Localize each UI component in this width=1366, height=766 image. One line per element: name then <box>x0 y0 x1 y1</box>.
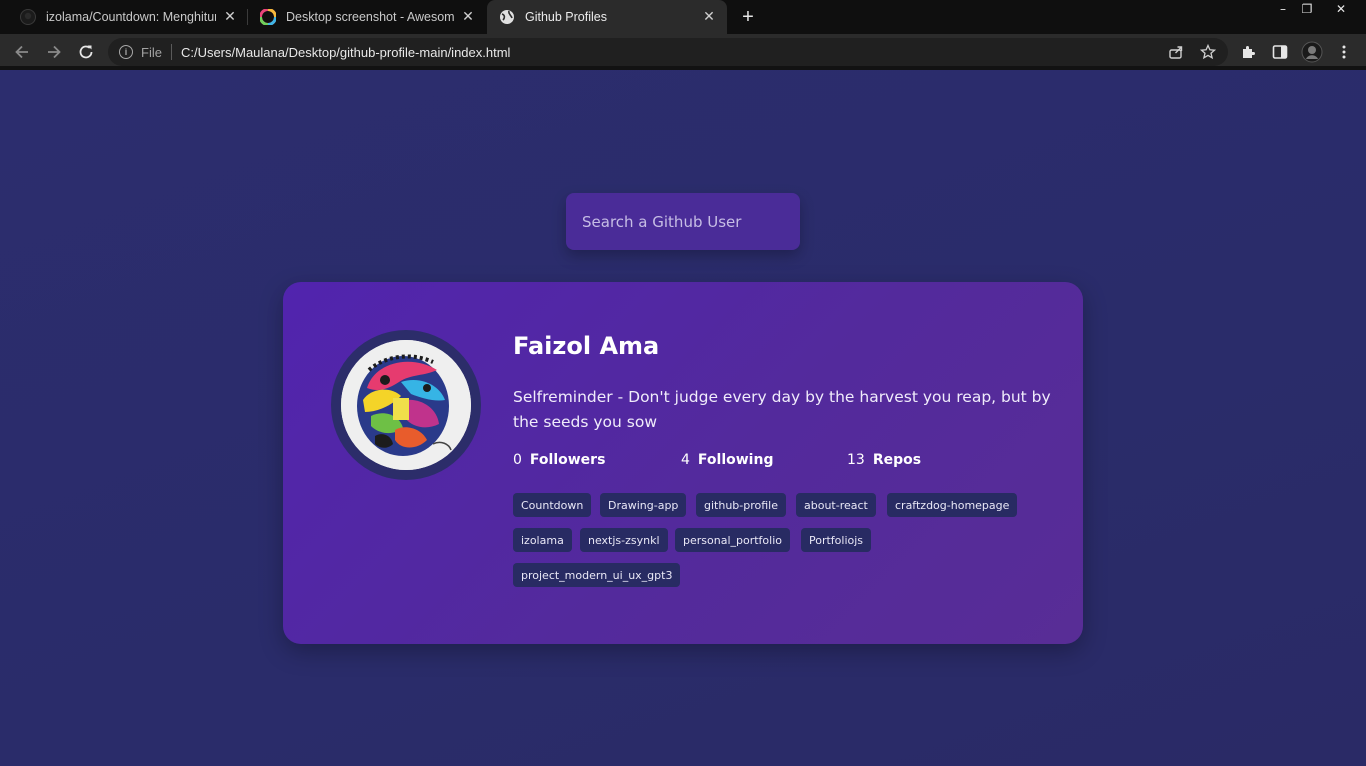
close-tab-icon[interactable]: ✕ <box>460 9 476 25</box>
extensions-button[interactable] <box>1236 40 1260 64</box>
stat-followers: 0 Followers <box>513 452 605 468</box>
puzzle-icon <box>1243 46 1255 58</box>
tab-title: izolama/Countdown: Menghitun <box>46 10 216 24</box>
profile-bio: Selfreminder - Don't judge every day by … <box>513 388 1051 431</box>
reload-button[interactable] <box>74 40 98 64</box>
info-icon[interactable]: i <box>119 45 133 59</box>
repo-link[interactable]: izolama <box>513 528 572 552</box>
stat-label: Following <box>697 452 774 468</box>
repo-link[interactable]: project_modern_ui_ux_gpt3 <box>513 563 681 587</box>
repo-link[interactable]: github-profile <box>696 493 786 517</box>
close-tab-icon[interactable]: ✕ <box>222 9 238 25</box>
repo-link[interactable]: nextjs-zsynkl <box>580 528 668 552</box>
tab-title: Github Profiles <box>525 10 607 24</box>
stat-label: Repos <box>872 452 922 468</box>
close-tab-icon[interactable]: ✕ <box>701 9 717 25</box>
address-divider <box>170 44 172 60</box>
share-icon <box>1169 46 1183 59</box>
stat-value: 4 <box>681 452 690 468</box>
repo-link[interactable]: Portfoliojs <box>801 528 872 552</box>
profile-name: Faizol Ama <box>513 332 660 360</box>
github-icon <box>20 9 36 25</box>
stat-label: Followers <box>529 452 606 468</box>
avatar <box>331 330 481 480</box>
browser-toolbar: i File C:/Users/Maulana/Desktop/github-p… <box>0 34 1366 70</box>
profile-avatar-button[interactable] <box>1300 40 1324 64</box>
stat-value: 0 <box>513 452 522 468</box>
address-url[interactable]: C:/Users/Maulana/Desktop/github-profile-… <box>181 45 510 60</box>
stat-following: 4 Following <box>681 452 773 468</box>
page-viewport: Faizol Ama Selfreminder - Don't judge ev… <box>0 70 1366 766</box>
side-panel-button[interactable] <box>1268 40 1292 64</box>
tab-awesome-screenshot[interactable]: Desktop screenshot - Awesome S ✕ <box>248 0 486 34</box>
tab-title: Desktop screenshot - Awesome S <box>286 10 454 24</box>
tab-countdown[interactable]: izolama/Countdown: Menghitun ✕ <box>8 0 248 34</box>
bookmark-button[interactable] <box>1196 40 1220 64</box>
profile-stats: 0 Followers 4 Following 13 Repos <box>513 452 1013 472</box>
forward-button[interactable] <box>42 40 66 64</box>
repo-link[interactable]: Countdown <box>513 493 592 517</box>
arrow-right-icon <box>48 45 61 59</box>
share-button[interactable] <box>1164 40 1188 64</box>
stat-value: 13 <box>847 452 865 468</box>
star-icon <box>1200 44 1216 60</box>
restore-button[interactable]: ❐ <box>1294 0 1320 17</box>
new-tab-button[interactable]: + <box>736 5 760 29</box>
avatar-image <box>341 340 471 470</box>
repo-link[interactable]: Drawing-app <box>600 493 687 517</box>
awesome-screenshot-icon <box>260 9 276 25</box>
stat-repos: 13 Repos <box>847 452 921 468</box>
profile-card: Faizol Ama Selfreminder - Don't judge ev… <box>283 282 1083 644</box>
search-user-input[interactable] <box>566 193 800 250</box>
repo-link[interactable]: craftzdog-homepage <box>887 493 1018 517</box>
minimize-button[interactable]: – <box>1270 0 1296 17</box>
browser-tab-strip: izolama/Countdown: Menghitun ✕ Desktop s… <box>0 0 1366 34</box>
repo-link[interactable]: about-react <box>796 493 876 517</box>
profile-avatar-icon <box>1301 41 1323 63</box>
back-button[interactable] <box>10 40 34 64</box>
tab-github-profiles[interactable]: Github Profiles ✕ <box>487 0 727 34</box>
address-scheme-label: File <box>141 44 162 60</box>
address-bar[interactable]: i File C:/Users/Maulana/Desktop/github-p… <box>108 38 1228 66</box>
side-panel-icon <box>1272 45 1288 59</box>
kebab-menu-icon <box>1342 45 1346 59</box>
reload-icon <box>79 45 93 59</box>
close-window-button[interactable]: ✕ <box>1328 0 1354 17</box>
repo-link[interactable]: personal_portfolio <box>675 528 790 552</box>
arrow-left-icon <box>15 45 28 59</box>
browser-menu-button[interactable] <box>1332 40 1356 64</box>
globe-icon <box>499 9 515 25</box>
